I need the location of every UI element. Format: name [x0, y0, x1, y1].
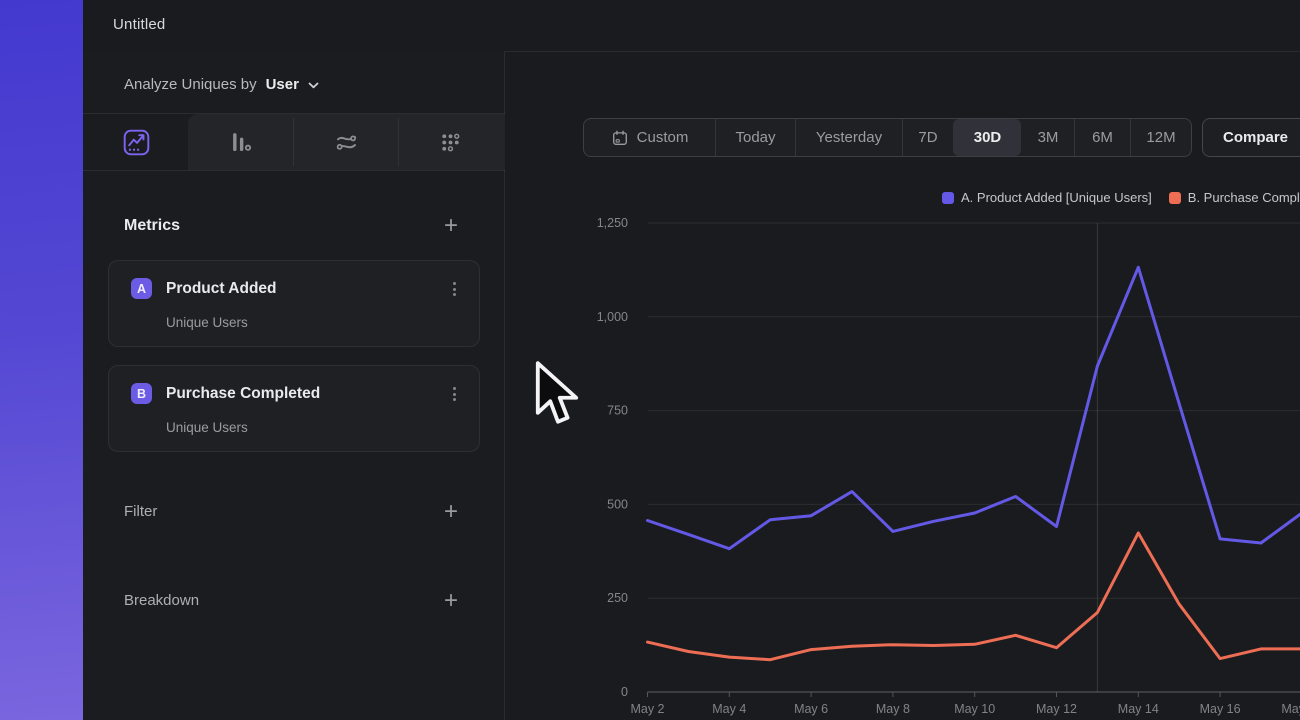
- y-axis-label: 500: [607, 497, 628, 511]
- x-axis-label: May 14: [1118, 702, 1159, 716]
- x-axis-label: May 2: [630, 702, 664, 716]
- bar-chart-icon: [228, 130, 253, 155]
- y-axis-label: 1,250: [597, 216, 628, 230]
- x-axis-label: May 10: [954, 702, 995, 716]
- series-line-a: [648, 267, 1300, 548]
- tab-flows[interactable]: [318, 114, 374, 170]
- tab-divider: [293, 118, 294, 166]
- filter-heading: Filter: [124, 503, 157, 520]
- tab-bar-chart[interactable]: [212, 114, 268, 170]
- y-axis-label: 250: [607, 591, 628, 605]
- report-title[interactable]: Untitled: [113, 5, 165, 45]
- metrics-heading: Metrics: [124, 217, 180, 235]
- metric-measurement[interactable]: Unique Users: [166, 419, 248, 437]
- screen: Untitled Analyze Uniques by User: [0, 0, 1300, 720]
- breakdown-heading: Breakdown: [124, 592, 199, 609]
- background-gradient: [0, 0, 83, 720]
- line-chart-icon: [123, 129, 150, 156]
- chevron-down-icon: [308, 82, 319, 89]
- mouse-cursor: [533, 360, 581, 432]
- flow-icon: [334, 130, 359, 155]
- y-axis-label: 750: [607, 404, 628, 418]
- analyze-by-value[interactable]: User: [266, 76, 299, 93]
- add-breakdown-button[interactable]: +: [438, 589, 464, 615]
- sidebar-divider: [83, 170, 505, 171]
- add-metric-button[interactable]: +: [438, 214, 464, 240]
- line-chart: 0 250 500 750 1,000 1,250 May 2 May 4 May 6 May 8…: [505, 51, 1300, 720]
- analyze-by-row[interactable]: Analyze Uniques by User: [124, 73, 319, 95]
- y-axis-label: 0: [621, 685, 628, 699]
- kebab-menu-icon[interactable]: [443, 278, 465, 300]
- tab-retention[interactable]: [422, 114, 478, 170]
- add-filter-button[interactable]: +: [438, 500, 464, 526]
- metric-card-a[interactable]: A Product Added Unique Users: [108, 260, 480, 347]
- metric-name[interactable]: Product Added: [166, 278, 277, 300]
- metric-measurement[interactable]: Unique Users: [166, 314, 248, 332]
- x-axis-label: May 8: [876, 702, 910, 716]
- analyze-by-label: Analyze Uniques by: [124, 76, 257, 93]
- series-line-b: [648, 533, 1300, 660]
- metric-name[interactable]: Purchase Completed: [166, 383, 320, 405]
- tab-line-chart[interactable]: [108, 114, 164, 170]
- x-axis-label: May 12: [1036, 702, 1077, 716]
- metric-badge: A: [131, 278, 152, 299]
- x-axis-label: May 16: [1200, 702, 1241, 716]
- retention-grid-icon: [438, 130, 463, 155]
- tab-divider: [398, 118, 399, 166]
- metric-badge: B: [131, 383, 152, 404]
- x-axis-label: May 18: [1281, 702, 1300, 716]
- kebab-menu-icon[interactable]: [443, 383, 465, 405]
- x-axis-label: May 4: [712, 702, 746, 716]
- y-axis-label: 1,000: [597, 310, 628, 324]
- x-axis-label: May 6: [794, 702, 828, 716]
- metric-card-b[interactable]: B Purchase Completed Unique Users: [108, 365, 480, 452]
